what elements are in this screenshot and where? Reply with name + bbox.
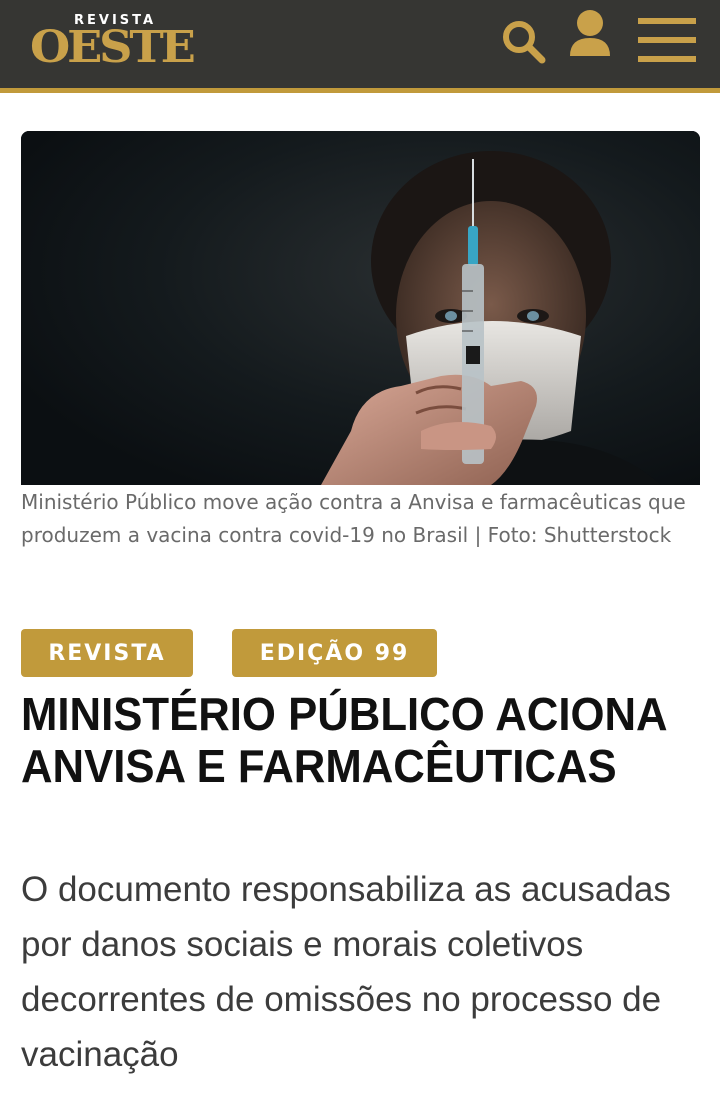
search-icon[interactable]: [500, 18, 548, 66]
article-subtitle: O documento responsabiliza as acusadas p…: [21, 870, 671, 1074]
user-icon[interactable]: [566, 8, 614, 60]
logo-big-text: OESTE: [30, 22, 196, 73]
tag-revista[interactable]: REVISTA: [21, 629, 193, 677]
article-hero-image[interactable]: [21, 131, 700, 485]
header-accent-border: [0, 88, 720, 93]
tag-edicao[interactable]: EDIÇÃO 99: [232, 629, 437, 677]
site-logo[interactable]: REVISTA OESTE: [30, 12, 196, 73]
hamburger-menu-icon[interactable]: [638, 18, 696, 64]
image-caption: Ministério Público move ação contra a An…: [21, 490, 686, 547]
article-headline: MINISTÉRIO PÚBLICO ACIONA ANVISA E FARMA…: [21, 688, 666, 792]
site-header: REVISTA OESTE: [0, 0, 720, 88]
